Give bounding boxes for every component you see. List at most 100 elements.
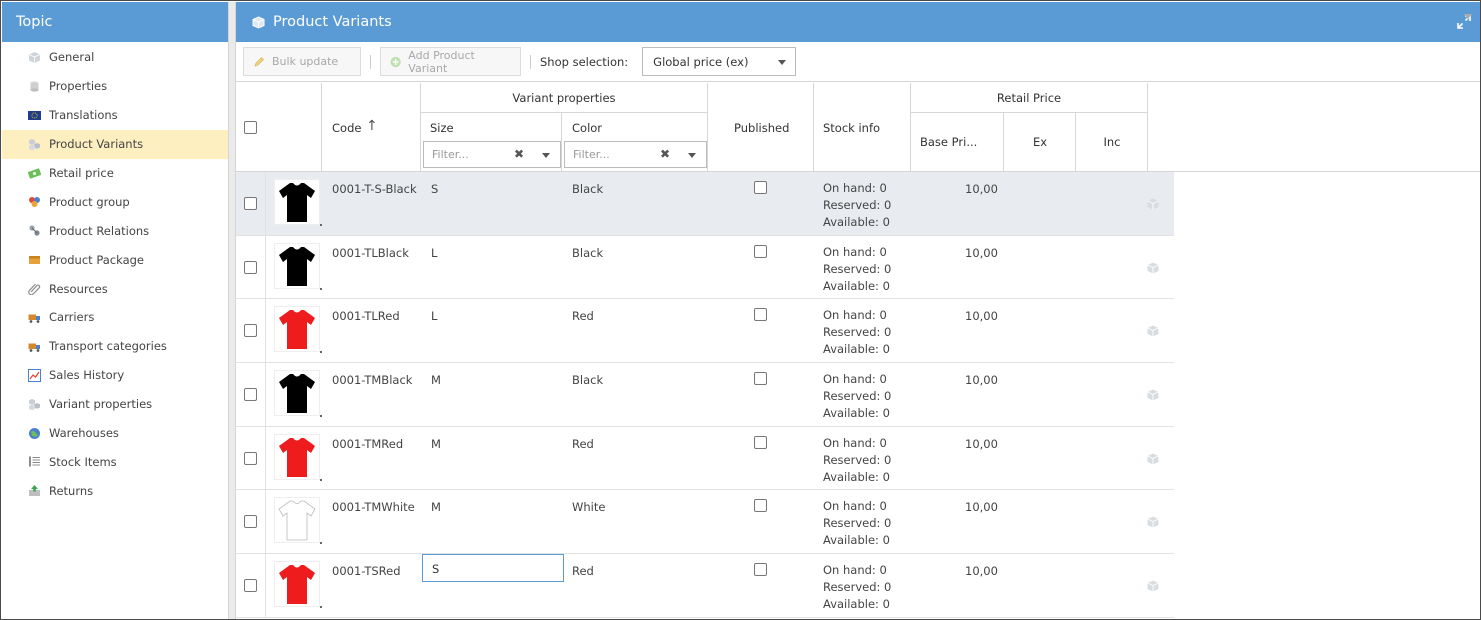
inc-header[interactable]: Inc	[1076, 113, 1148, 172]
variant-color[interactable]: Red	[572, 309, 594, 323]
color-filter-input[interactable]: Filter... ✖	[564, 141, 707, 168]
table-row[interactable]: 0001-TMWhite M White On hand: 0 Reserved: 0 A…	[236, 490, 1174, 555]
cubes-icon[interactable]	[1146, 261, 1160, 275]
variant-thumbnail[interactable]	[274, 179, 320, 225]
row-select-checkbox[interactable]	[244, 515, 257, 529]
table-row[interactable]: 0001-TLBlack L Black On hand: 0 Reserved: 0 A…	[236, 235, 1174, 300]
variant-color[interactable]: Red	[572, 564, 594, 578]
ex-header[interactable]: Ex	[1004, 113, 1076, 172]
splitter[interactable]	[229, 2, 236, 619]
variant-size[interactable]: L	[431, 246, 437, 260]
variant-thumbnail[interactable]	[274, 433, 320, 480]
sidebar-item-general[interactable]: General	[2, 43, 228, 72]
row-select-checkbox[interactable]	[244, 324, 257, 338]
published-checkbox[interactable]	[754, 499, 767, 513]
sidebar-item-carriers[interactable]: Carriers	[2, 303, 228, 332]
shop-selection-dropdown[interactable]: Global price (ex)	[642, 47, 797, 76]
sidebar-item-product-relations[interactable]: Product Relations	[2, 216, 228, 245]
base-price-value[interactable]: 10,00	[965, 437, 998, 451]
stock-info-header[interactable]: Stock info	[814, 83, 911, 172]
variant-thumbnail[interactable]	[274, 497, 320, 544]
variant-thumbnail[interactable]	[274, 306, 320, 353]
published-checkbox[interactable]	[754, 308, 767, 322]
row-divider	[265, 426, 266, 490]
select-all-checkbox[interactable]	[244, 121, 257, 134]
published-checkbox[interactable]	[754, 181, 767, 194]
chevron-down-icon[interactable]	[542, 153, 550, 158]
sidebar-item-resources[interactable]: Resources	[2, 274, 228, 303]
base-price-header[interactable]: Base Pri...	[911, 113, 1004, 172]
variant-thumbnail[interactable]	[274, 561, 320, 608]
sidebar-item-translations[interactable]: Translations	[2, 101, 228, 130]
cubes-icon[interactable]	[1146, 197, 1160, 211]
sidebar-item-product-package[interactable]: Product Package	[2, 245, 228, 274]
cubes-icon[interactable]	[1146, 324, 1160, 338]
sidebar-item-sales-history[interactable]: Sales History	[2, 361, 228, 390]
published-checkbox[interactable]	[754, 435, 767, 449]
variant-size[interactable]: M	[431, 437, 441, 451]
variant-thumbnail[interactable]	[274, 242, 320, 289]
table-row[interactable]: 0001-TMBlack M Black On hand: 0 Reserved: 0 A…	[236, 363, 1174, 427]
truck-icon	[28, 343, 40, 352]
variant-size[interactable]: S	[431, 182, 438, 196]
variant-size[interactable]: M	[431, 373, 441, 387]
row-select-checkbox[interactable]	[244, 260, 257, 274]
size-filter-input[interactable]: Filter... ✖	[423, 141, 561, 168]
stock-info: On hand: 0 Reserved: 0 Available: 0	[823, 307, 891, 358]
variant-thumbnail[interactable]	[274, 370, 320, 417]
sidebar-item-product-group[interactable]: Product group	[2, 187, 228, 216]
clear-icon[interactable]: ✖	[514, 147, 524, 161]
base-price-value[interactable]: 10,00	[965, 246, 998, 260]
row-select-checkbox[interactable]	[244, 451, 257, 465]
base-price-value[interactable]: 10,00	[965, 373, 998, 387]
chevron-down-icon[interactable]	[688, 153, 696, 158]
sidebar-item-returns[interactable]: Returns	[2, 476, 228, 505]
cubes-icon[interactable]	[1146, 579, 1160, 593]
stock-available: Available: 0	[823, 215, 890, 229]
sidebar-item-product-variants[interactable]: Product Variants	[2, 129, 228, 159]
row-select-checkbox[interactable]	[244, 388, 257, 402]
cube-icon	[28, 51, 41, 63]
published-checkbox[interactable]	[754, 563, 767, 577]
tshirt-image	[279, 246, 315, 286]
stock-info: On hand: 0 Reserved: 0 Available: 0	[823, 498, 891, 549]
published-checkbox[interactable]	[754, 372, 767, 386]
row-divider	[265, 554, 266, 617]
clear-icon[interactable]: ✖	[660, 147, 670, 161]
published-header[interactable]: Published	[708, 83, 814, 172]
sidebar-item-variant-properties[interactable]: Variant properties	[2, 390, 228, 419]
ex-header-label: Ex	[1032, 135, 1048, 149]
table-row[interactable]: 0001-T-S-Black S Black On hand: 0 Reserved: …	[236, 172, 1174, 236]
toolbar-divider	[370, 54, 371, 69]
variant-color[interactable]: White	[572, 500, 605, 514]
sidebar-item-stock-items[interactable]: Stock Items	[2, 447, 228, 476]
row-select-checkbox[interactable]	[244, 197, 257, 210]
variant-color[interactable]: Black	[572, 182, 603, 196]
base-price-value[interactable]: 10,00	[965, 564, 998, 578]
table-row[interactable]: 0001-TLRed L Red On hand: 0 Reserved: 0 Avail…	[236, 299, 1174, 364]
variant-color[interactable]: Black	[572, 373, 603, 387]
sidebar-item-warehouses[interactable]: Warehouses	[2, 419, 228, 448]
variant-size[interactable]: L	[431, 309, 437, 323]
add-product-variant-button[interactable]: Add Product Variant	[380, 47, 521, 76]
sort-ascending-icon[interactable]: ↑	[366, 118, 378, 134]
row-select-checkbox[interactable]	[244, 579, 257, 593]
size-edit-input[interactable]: S	[422, 554, 564, 583]
sidebar-item-properties[interactable]: Properties	[2, 72, 228, 101]
bulk-update-button[interactable]: Bulk update	[243, 14, 1472, 76]
base-price-value[interactable]: 10,00	[965, 500, 998, 514]
cubes-icon[interactable]	[1146, 452, 1160, 466]
table-row[interactable]: 0001-TSRed S Red On hand: 0 Reserved: 0 Avail…	[236, 554, 1174, 618]
variant-color[interactable]: Black	[572, 246, 603, 260]
table-row[interactable]: 0001-TMRed M Red On hand: 0 Reserved: 0 Avail…	[236, 426, 1174, 491]
base-price-value[interactable]: 10,00	[965, 309, 998, 323]
variant-color[interactable]: Red	[572, 437, 594, 451]
base-price-value[interactable]: 10,00	[965, 182, 998, 196]
variant-size[interactable]: M	[431, 500, 441, 514]
published-checkbox[interactable]	[754, 244, 767, 258]
sidebar-item-retail-price[interactable]: Retail price	[2, 159, 228, 188]
code-header[interactable]: Code ↑	[322, 83, 421, 172]
sidebar-item-transport-categories[interactable]: Transport categories	[2, 332, 228, 361]
cubes-icon[interactable]	[1146, 515, 1160, 529]
cubes-icon[interactable]	[1146, 388, 1160, 402]
